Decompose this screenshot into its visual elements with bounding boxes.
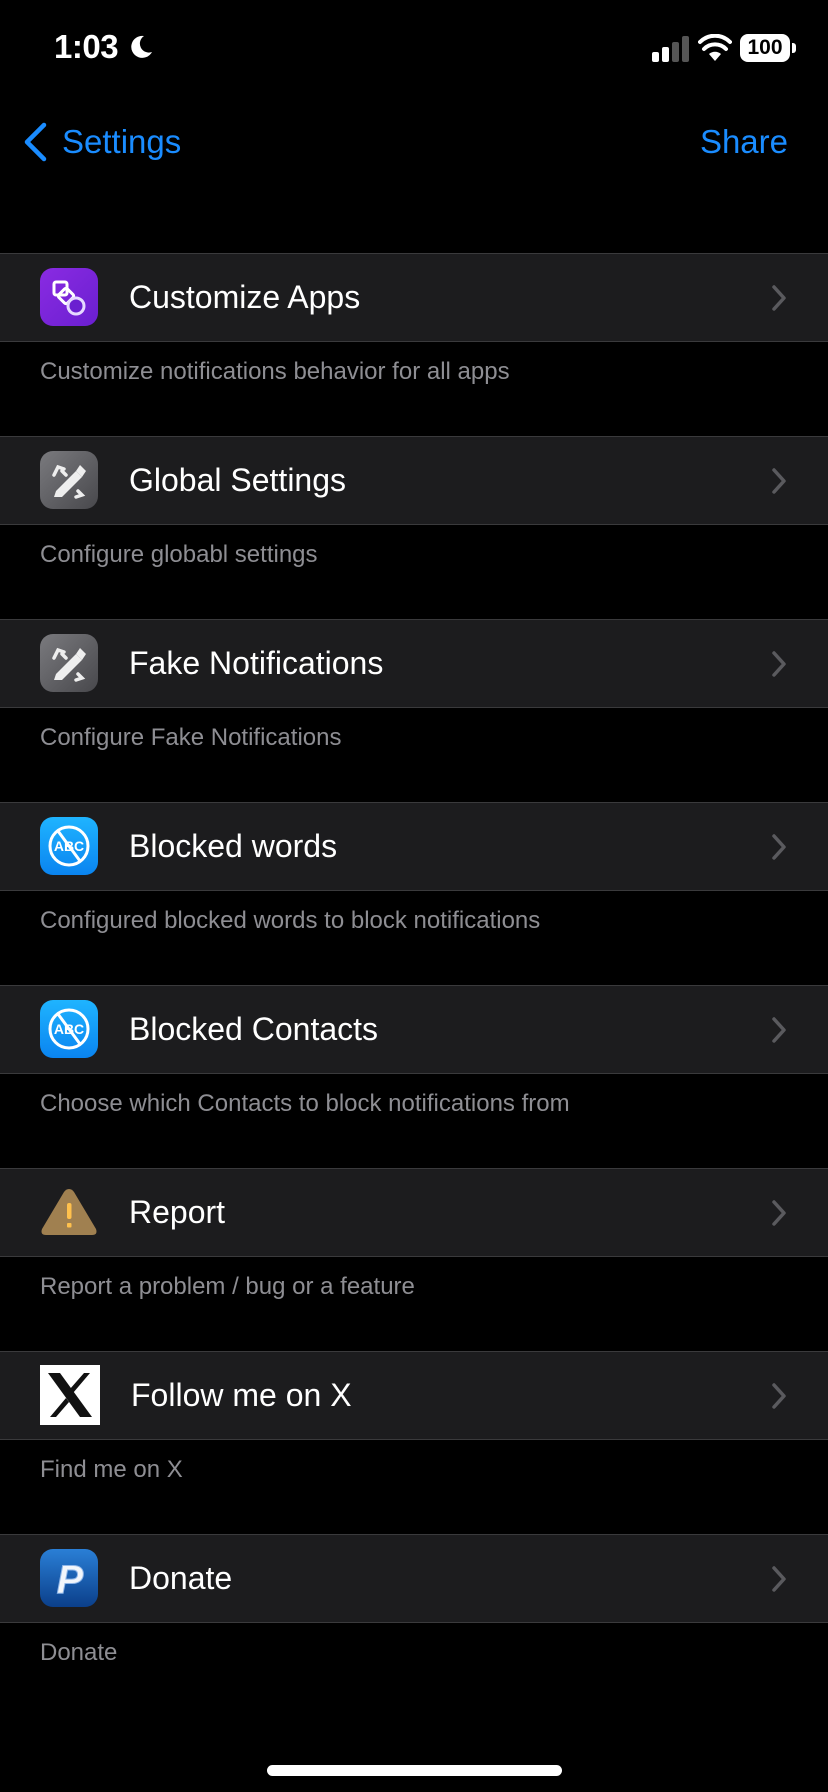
chevron-right-icon [772,834,786,860]
x-logo-icon [40,1365,100,1425]
cell-title: Follow me on X [131,1377,352,1413]
cell-report[interactable]: Report [0,1168,828,1257]
cell-footer: Customize notifications behavior for all… [40,358,510,385]
battery-indicator: 100 [740,34,790,62]
status-time: 1:03 [54,28,119,65]
moon-icon [131,35,152,58]
cell-title: Fake Notifications [129,645,384,681]
wifi-icon [698,34,732,61]
shapes-icon [40,268,98,326]
chevron-right-icon [772,1017,786,1043]
settings-group: P Donate Donate [0,1534,828,1701]
paypal-letter: P [57,1558,84,1602]
cell-global-settings[interactable]: Global Settings [0,436,828,525]
cell-footer: Configure Fake Notifications [40,724,342,751]
paypal-icon: P [40,1549,98,1607]
cell-footer: Find me on X [40,1456,183,1483]
chevron-left-icon [24,122,47,162]
settings-group: Report Report a problem / bug or a featu… [0,1168,828,1335]
chevron-right-icon [772,285,786,311]
battery-tip [792,43,796,53]
cell-title: Donate [129,1560,233,1596]
settings-group: ABC Blocked words Configured blocked wor… [0,802,828,969]
cell-fake-notifications[interactable]: Fake Notifications [0,619,828,708]
settings-group: Follow me on X Find me on X [0,1351,828,1518]
cell-footer: Donate [40,1639,118,1666]
status-bar: 1:03 100 [0,0,828,100]
chevron-right-icon [772,1200,786,1226]
cell-title: Global Settings [129,462,347,498]
chevron-right-icon [772,1566,786,1592]
chevron-right-icon [772,1383,786,1409]
cellular-signal-icon [652,36,689,62]
cell-title: Blocked Contacts [129,1011,379,1047]
blocked-abc-icon: ABC [40,1000,98,1058]
tools-icon [40,451,98,509]
cell-donate[interactable]: P Donate [0,1534,828,1623]
settings-group: Global Settings Configure globabl settin… [0,436,828,603]
cell-follow-on-x[interactable]: Follow me on X [0,1351,828,1440]
cell-title: Blocked words [129,828,338,864]
tools-icon [40,634,98,692]
cell-blocked-words[interactable]: ABC Blocked words [0,802,828,891]
cell-footer: Report a problem / bug or a feature [40,1273,415,1300]
chevron-right-icon [772,651,786,677]
navigation-bar: Settings Share [0,100,828,180]
blocked-abc-icon: ABC [40,817,98,875]
cell-footer: Choose which Contacts to block notificat… [40,1090,570,1117]
settings-group: ABC Blocked Contacts Choose which Contac… [0,985,828,1152]
cell-footer: Configure globabl settings [40,541,318,568]
cell-blocked-contacts[interactable]: ABC Blocked Contacts [0,985,828,1074]
cell-customize-apps[interactable]: Customize Apps [0,253,828,342]
abc-text: ABC [54,1021,84,1037]
abc-text: ABC [54,838,84,854]
chevron-right-icon [772,468,786,494]
back-button[interactable]: Settings [22,120,181,164]
cell-footer: Configured blocked words to block notifi… [40,907,541,934]
settings-group: Customize Apps Customize notifications b… [0,253,828,420]
warning-icon [40,1183,98,1241]
share-button[interactable]: Share [700,120,788,164]
settings-group: Fake Notifications Configure Fake Notifi… [0,619,828,786]
cell-title: Report [129,1194,226,1230]
cell-title: Customize Apps [129,279,361,315]
home-indicator[interactable] [267,1765,562,1776]
back-label: Settings [62,123,182,160]
